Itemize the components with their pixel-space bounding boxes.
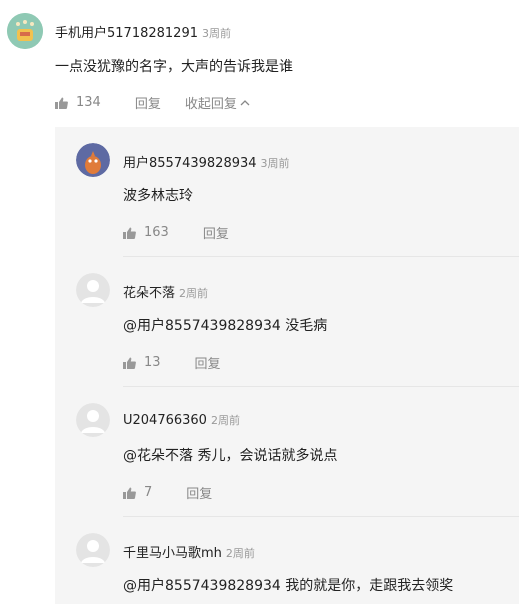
thumbs-up-icon	[123, 227, 136, 239]
reply-text: 波多林志玲	[123, 188, 193, 204]
divider	[123, 256, 519, 257]
reply-text: @用户8557439828934 我的就是你，走跟我去领奖	[123, 578, 454, 594]
reply-header: 千里马小马歌mh 2周前	[123, 542, 255, 561]
timestamp: 2周前	[225, 547, 255, 560]
timestamp: 2周前	[210, 414, 240, 427]
avatar[interactable]	[76, 403, 110, 437]
reply-button[interactable]: 回复	[203, 223, 229, 242]
like-button[interactable]: 163	[123, 225, 169, 240]
like-button[interactable]: 7	[123, 485, 152, 500]
like-count: 163	[144, 225, 169, 240]
reply-actions: 163 回复	[123, 223, 229, 242]
collapse-replies-button[interactable]: 收起回复	[185, 93, 250, 112]
username[interactable]: 手机用户51718281291	[55, 22, 198, 41]
thumbs-up-icon	[123, 357, 136, 369]
reply-actions: 7 回复	[123, 483, 212, 502]
avatar[interactable]	[7, 13, 43, 49]
reply-actions: 13 回复	[123, 353, 221, 372]
reply-button[interactable]: 回复	[195, 353, 221, 372]
reply-button[interactable]: 回复	[186, 483, 212, 502]
chevron-up-icon	[240, 99, 250, 105]
divider	[123, 386, 519, 387]
like-count: 7	[144, 485, 153, 500]
like-count: 13	[144, 355, 161, 370]
divider	[123, 516, 519, 517]
thumbs-up-icon	[123, 487, 136, 499]
reply-text: @花朵不落 秀儿，会说话就多说点	[123, 448, 338, 464]
username[interactable]: 用户8557439828934	[123, 152, 257, 171]
reply-header: 花朵不落 2周前	[123, 282, 208, 301]
username[interactable]: U204766360	[123, 413, 207, 428]
like-button[interactable]: 13	[123, 355, 161, 370]
collapse-label: 收起回复	[184, 97, 237, 112]
like-button[interactable]: 134	[55, 95, 101, 110]
comment-text: 一点没犹豫的名字，大声的告诉我是谁	[55, 59, 293, 75]
comment-header: 手机用户51718281291 3周前	[55, 22, 231, 41]
timestamp: 3周前	[201, 27, 231, 40]
avatar[interactable]	[76, 143, 110, 177]
like-count: 134	[76, 95, 101, 110]
username[interactable]: 千里马小马歌mh	[123, 542, 222, 561]
reply-text: @用户8557439828934 没毛病	[123, 318, 328, 334]
avatar[interactable]	[76, 273, 110, 307]
top-comment: 手机用户51718281291 3周前 一点没犹豫的名字，大声的告诉我是谁 13…	[0, 0, 519, 120]
reply-button[interactable]: 回复	[135, 93, 161, 112]
username[interactable]: 花朵不落	[123, 282, 175, 301]
reply-header: U204766360 2周前	[123, 412, 240, 428]
thumbs-up-icon	[55, 97, 68, 109]
reply-panel: 用户8557439828934 3周前 波多林志玲 163 回复 花朵不落 2周…	[55, 127, 519, 604]
timestamp: 2周前	[179, 287, 209, 300]
avatar[interactable]	[76, 533, 110, 567]
reply-header: 用户8557439828934 3周前	[123, 152, 290, 171]
comment-actions: 134 回复 收起回复	[55, 93, 250, 112]
timestamp: 3周前	[260, 157, 290, 170]
